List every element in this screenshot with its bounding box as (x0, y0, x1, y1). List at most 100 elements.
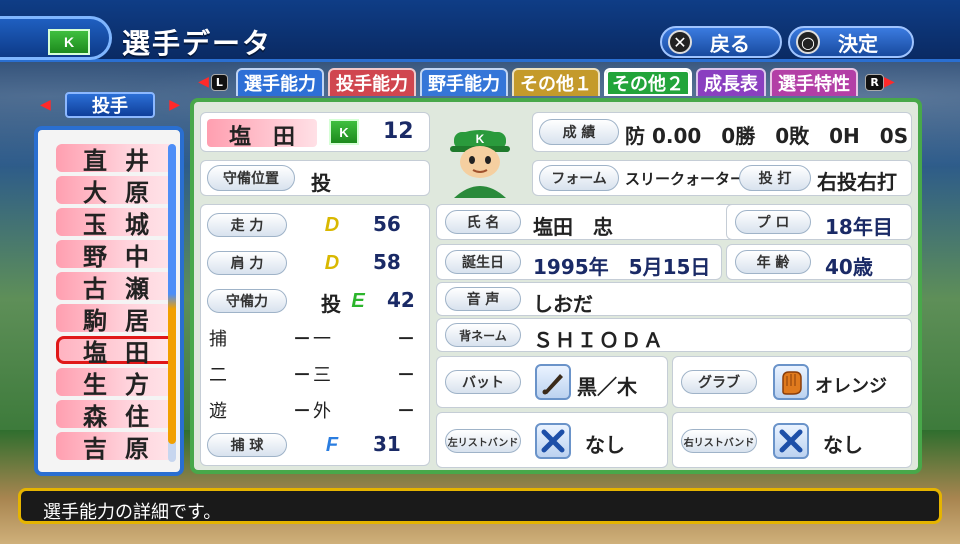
sub-position-name: 一 (313, 329, 331, 350)
player-list-scrollbar[interactable] (168, 144, 176, 462)
record-value: 防 0.00 0勝 0敗 0H 0S (625, 124, 909, 148)
bat-label: バット (445, 370, 521, 394)
tab-list: 選手能力 投手能力 野手能力 その他１ その他２ 成長表 選手特性 (236, 68, 858, 96)
sub-position-value: － (293, 329, 311, 350)
tab-7[interactable]: 選手特性 (770, 68, 858, 96)
player-list-item[interactable]: 生方 (56, 368, 176, 399)
glove-label: グラブ (681, 370, 757, 394)
bat-row: バット 黒／木 (436, 356, 668, 408)
sub-position-value: － (397, 329, 415, 350)
player-list-item[interactable]: 駒居 (56, 304, 176, 335)
player-list-item[interactable]: 古瀬 (56, 272, 176, 303)
position-row: 守備位置 投 (200, 160, 430, 196)
player-avatar-icon: K (450, 130, 510, 198)
fielding-label: 守備力 (207, 289, 287, 313)
right-wristband-row: 右リストバンド なし (672, 412, 912, 468)
bat-value: 黒／木 (577, 375, 637, 399)
player-list-item[interactable]: 直井 (56, 144, 176, 175)
throw-bat-label: 投 打 (739, 165, 811, 191)
pro-year-row: プ ロ 18年目 (726, 204, 912, 240)
tab-4[interactable]: その他１ (512, 68, 600, 96)
sub-position-name: 遊 (209, 401, 227, 422)
l-key-icon: L (210, 73, 228, 91)
player-list-item[interactable]: 大原 (56, 176, 176, 207)
left-arrow-icon: ◀ (198, 74, 209, 90)
bat-icon (535, 364, 571, 400)
tab-bar: ◀ L 選手能力 投手能力 野手能力 その他１ その他２ 成長表 選手特性 R ▶ (194, 68, 900, 96)
tab-5[interactable]: その他２ (604, 68, 692, 96)
voice-value: しおだ (533, 292, 593, 316)
fielding-grade: E (351, 289, 365, 312)
help-message: 選手能力の詳細です。 (43, 502, 222, 523)
player-list-item[interactable]: 森住 (56, 400, 176, 431)
form-row: フォーム スリークォーター１４ 投 打 右投右打 (532, 160, 912, 196)
voice-row: 音 声 しおだ (436, 282, 912, 316)
player-list-item[interactable]: 玉城 (56, 208, 176, 239)
top-bar: K 選手データ ✕ 戻る ○ 決定 (0, 0, 960, 62)
arm-grade: D (324, 251, 340, 274)
player-list-item[interactable]: 野中 (56, 240, 176, 271)
help-message-bar: 選手能力の詳細です。 (18, 488, 942, 524)
player-list: 直井 大原 玉城 野中 古瀬 駒居 塩田 生方 森住 吉原 (34, 126, 184, 476)
title-pill: K (0, 16, 112, 60)
confirm-button-label: 決定 (838, 31, 878, 56)
birthday-label: 誕生日 (445, 250, 521, 274)
speed-value: 56 (373, 212, 401, 236)
right-arrow-icon: ▶ (883, 74, 895, 90)
left-wristband-none-icon (535, 423, 571, 459)
prev-tab-button[interactable]: ◀ L (194, 71, 232, 93)
speed-grade: D (324, 213, 340, 236)
fielding-position: 投 (321, 292, 341, 316)
glove-icon (773, 364, 809, 400)
back-button-label: 戻る (710, 31, 750, 56)
scroll-thumb[interactable] (168, 144, 176, 444)
next-tab-button[interactable]: R ▶ (862, 71, 900, 93)
r-key-icon: R (865, 73, 884, 91)
svg-text:K: K (476, 132, 485, 146)
position-selector: ◀ 投手 ▶ (40, 92, 180, 118)
record-label: 成 績 (539, 119, 619, 145)
left-wristband-value: なし (585, 433, 625, 457)
confirm-button[interactable]: ○ 決定 (788, 26, 914, 58)
uniform-number: 12 (383, 119, 414, 144)
form-label: フォーム (539, 165, 619, 191)
fielding-value: 42 (387, 288, 415, 312)
back-button[interactable]: ✕ 戻る (660, 26, 782, 58)
player-list-item[interactable]: 吉原 (56, 432, 176, 463)
page-title: 選手データ (122, 27, 273, 60)
arm-value: 58 (373, 250, 401, 274)
team-badge: K (48, 29, 90, 55)
sub-position-value: － (293, 365, 311, 386)
tab-2[interactable]: 投手能力 (328, 68, 416, 96)
age-value: 40歳 (825, 255, 873, 279)
catch-label: 捕 球 (207, 433, 287, 457)
birthday-value: 1995年 5月15日 (533, 255, 711, 279)
glove-row: グラブ オレンジ (672, 356, 912, 408)
back-name-row: 背ネーム ＳＨＩＯＤＡ (436, 318, 912, 352)
sub-position-name: 捕 (209, 329, 227, 350)
name-row: 塩 田 K 12 (200, 112, 430, 152)
next-position-icon[interactable]: ▶ (169, 97, 180, 113)
fullname-value: 塩田 忠 (533, 215, 613, 239)
tab-3[interactable]: 野手能力 (420, 68, 508, 96)
throw-bat-value: 右投右打 (817, 170, 897, 194)
circle-button-icon: ○ (796, 30, 820, 54)
sub-position-name: 三 (313, 365, 331, 386)
pro-label: プ ロ (735, 210, 811, 234)
birthday-row: 誕生日 1995年 5月15日 (436, 244, 722, 280)
record-row: 成 績 防 0.00 0勝 0敗 0H 0S (532, 112, 912, 152)
team-badge-small: K (329, 119, 359, 145)
left-wristband-label: 左リストバンド (445, 429, 521, 453)
right-wristband-label: 右リストバンド (681, 429, 757, 453)
prev-position-icon[interactable]: ◀ (40, 97, 51, 113)
tab-6[interactable]: 成長表 (696, 68, 766, 96)
position-label[interactable]: 投手 (65, 92, 155, 118)
ability-box: 走 力 D 56 肩 力 D 58 守備力 投 E 42 捕－一－二－三－遊－外… (200, 204, 430, 466)
pro-value: 18年目 (825, 215, 893, 239)
tab-1[interactable]: 選手能力 (236, 68, 324, 96)
cross-button-icon: ✕ (668, 30, 692, 54)
player-list-item[interactable]: 塩田 (56, 336, 176, 367)
arm-label: 肩 力 (207, 251, 287, 275)
back-name-value: ＳＨＩＯＤＡ (533, 328, 665, 352)
back-name-label: 背ネーム (445, 323, 521, 347)
